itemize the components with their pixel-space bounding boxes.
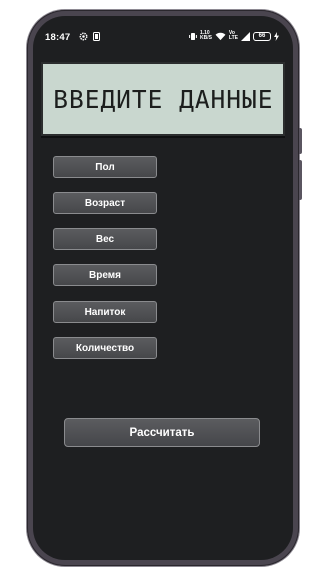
status-right-icons: 1.10 KB/S Vo LTE 66	[189, 31, 279, 41]
time-button[interactable]: Время	[53, 264, 157, 286]
display-text: ВВЕДИТЕ ДАННЫЕ	[52, 84, 274, 114]
charging-bolt-icon	[274, 31, 279, 41]
volume-down-key	[299, 160, 302, 200]
screen: 18:47 1.10 KB/S Vo LTE 66 ВВЕДИТЕ ДАННЫЕ…	[33, 16, 293, 560]
calculate-button[interactable]: Рассчитать	[64, 418, 260, 447]
net-speed: 1.10 KB/S	[200, 31, 212, 41]
vibrate-icon	[189, 32, 197, 40]
status-bar: 18:47 1.10 KB/S Vo LTE 66	[33, 16, 293, 52]
quantity-button[interactable]: Количество	[53, 337, 157, 359]
drink-button[interactable]: Напиток	[53, 301, 157, 323]
net-speed-unit: KB/S	[199, 35, 212, 41]
signal-icon	[241, 31, 250, 41]
status-left-icons	[79, 32, 100, 41]
battery-level: 66	[258, 33, 266, 39]
phone-frame: 18:47 1.10 KB/S Vo LTE 66 ВВЕДИТЕ ДАННЫЕ…	[27, 10, 302, 566]
weight-button[interactable]: Вес	[53, 228, 157, 250]
settings-gear-icon	[79, 32, 88, 41]
gender-button[interactable]: Пол	[53, 156, 157, 178]
battery-icon: 66	[253, 31, 271, 41]
notification-square-icon	[93, 32, 100, 41]
volte-indicator: Vo LTE	[229, 31, 238, 41]
wifi-icon	[215, 32, 226, 40]
volume-up-key	[299, 128, 302, 154]
volte-bottom: LTE	[228, 35, 238, 41]
age-button[interactable]: Возраст	[53, 192, 157, 214]
lcd-display: ВВЕДИТЕ ДАННЫЕ	[41, 62, 285, 136]
status-time: 18:47	[45, 32, 71, 43]
